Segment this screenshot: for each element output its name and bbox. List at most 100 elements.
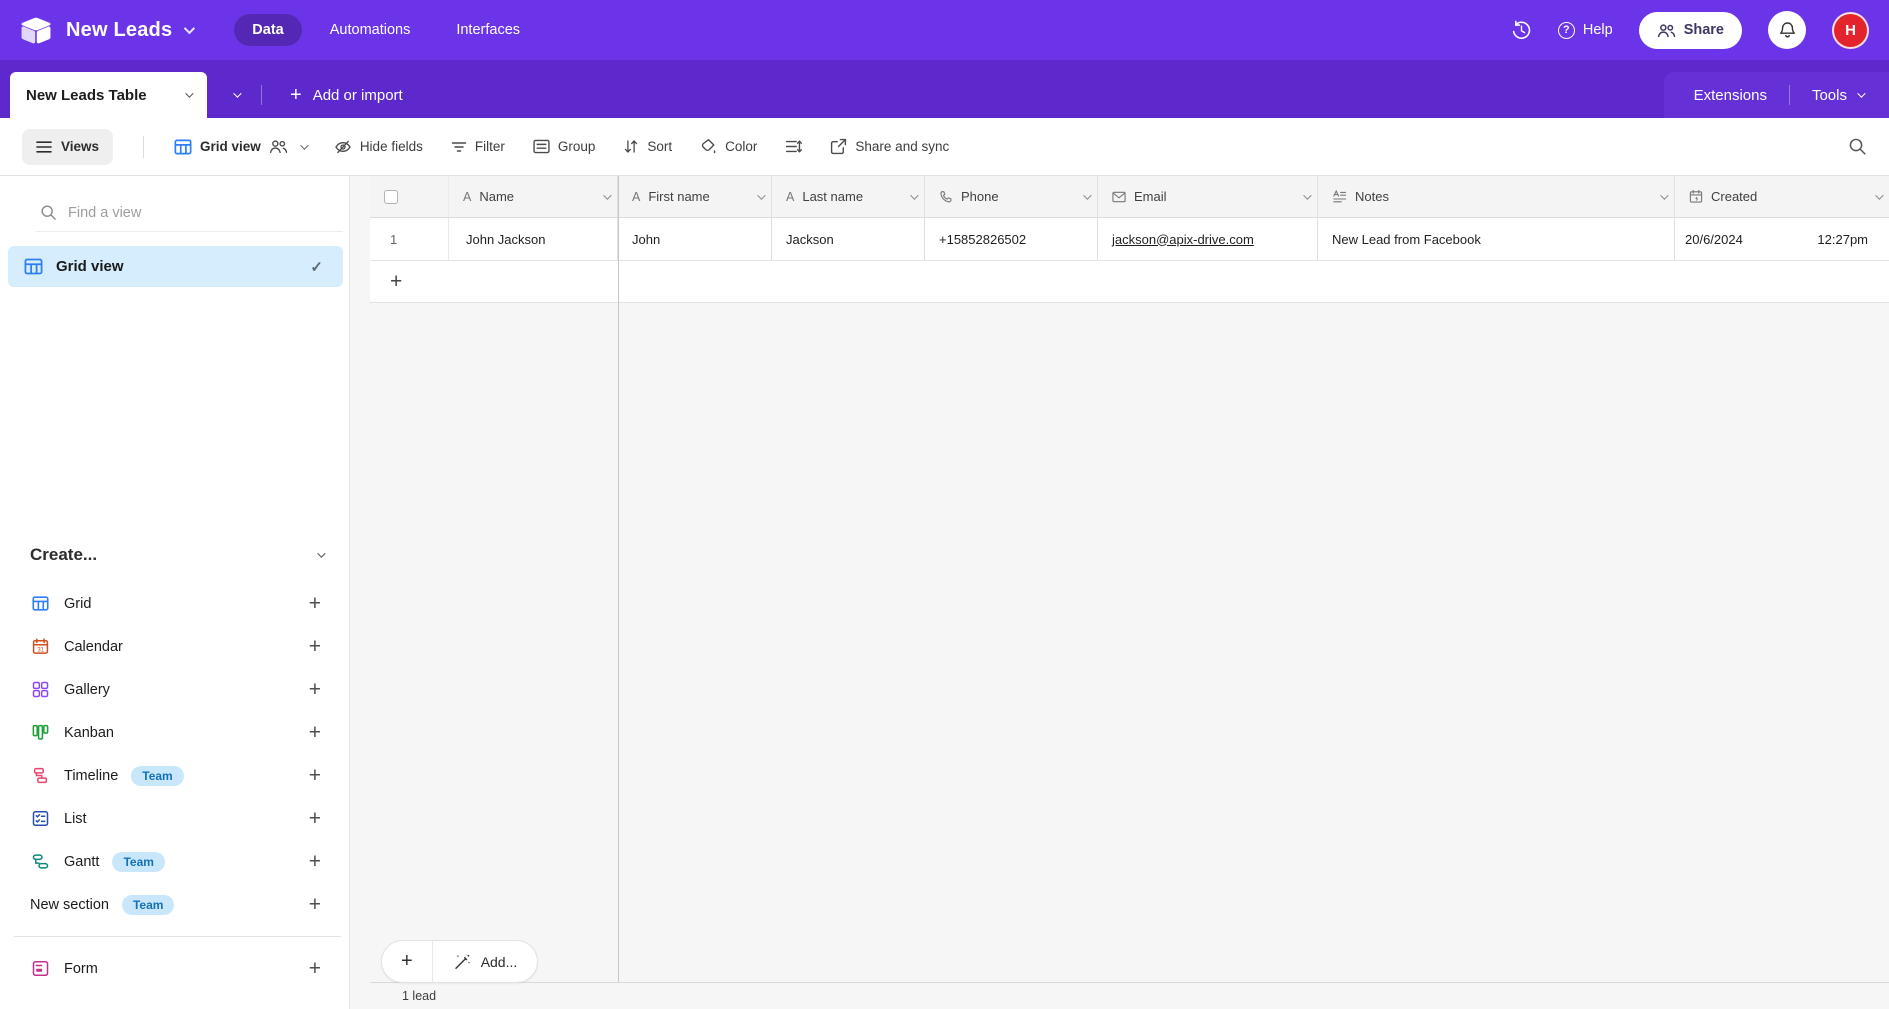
tab-data[interactable]: Data	[234, 14, 301, 46]
help-button[interactable]: ? Help	[1558, 22, 1613, 39]
kanban-icon	[32, 724, 49, 741]
table-row: 1 John Jackson John Jackson +15852826502…	[370, 218, 1889, 261]
select-all-cell	[370, 176, 449, 217]
create-item-timeline[interactable]: Timeline Team +	[0, 754, 349, 797]
cell-notes[interactable]: New Lead from Facebook	[1318, 218, 1675, 260]
column-header-name[interactable]: A Name	[449, 176, 618, 217]
table-tab-new-leads[interactable]: New Leads Table	[10, 72, 207, 118]
plus-icon[interactable]: +	[309, 894, 321, 915]
create-item-gantt[interactable]: Gantt Team +	[0, 840, 349, 883]
create-item-list[interactable]: List +	[0, 797, 349, 840]
eye-off-icon	[334, 139, 352, 155]
column-header-notes[interactable]: Notes	[1318, 176, 1675, 217]
base-title[interactable]: New Leads	[66, 19, 172, 42]
create-item-calendar[interactable]: 31 Calendar +	[0, 625, 349, 668]
team-badge: Team	[112, 852, 164, 872]
find-view	[36, 194, 343, 232]
color-button[interactable]: Color	[700, 138, 757, 155]
history-icon[interactable]	[1511, 20, 1532, 41]
plus-icon[interactable]: +	[309, 722, 321, 743]
grid-icon	[32, 595, 49, 612]
add-row-strip[interactable]: +	[370, 261, 1889, 303]
create-item-new-section[interactable]: New section Team +	[0, 883, 349, 926]
plus-icon: +	[390, 270, 402, 294]
calendar-icon: 31	[32, 638, 49, 655]
create-section-header[interactable]: Create...	[30, 545, 323, 565]
bell-icon	[1779, 21, 1796, 39]
plus-icon[interactable]: +	[309, 765, 321, 786]
cell-email[interactable]: jackson@apix-drive.com	[1098, 218, 1318, 260]
grid-view-switcher[interactable]: Grid view	[174, 138, 306, 156]
views-button[interactable]: Views	[22, 129, 113, 165]
extensions-button[interactable]: Extensions	[1694, 87, 1767, 104]
add-with-ai-button[interactable]: Add...	[433, 941, 538, 982]
cell-phone[interactable]: +15852826502	[925, 218, 1098, 260]
chevron-down-icon[interactable]	[603, 191, 611, 199]
search-button[interactable]	[1848, 137, 1867, 156]
cell-name[interactable]: John Jackson	[449, 218, 618, 260]
column-header-first-name[interactable]: A First name	[618, 176, 772, 217]
created-time: 12:27pm	[1817, 232, 1868, 247]
sort-button[interactable]: Sort	[623, 139, 672, 154]
column-header-phone[interactable]: Phone	[925, 176, 1098, 217]
row-number-cell[interactable]: 1	[370, 218, 449, 260]
paint-bucket-icon	[700, 138, 717, 155]
hide-fields-button[interactable]: Hide fields	[334, 139, 423, 155]
find-view-input[interactable]	[68, 205, 288, 221]
create-item-gallery[interactable]: Gallery +	[0, 668, 349, 711]
avatar[interactable]: H	[1832, 12, 1869, 49]
sidebar-view-grid-view[interactable]: Grid view ✓	[8, 246, 343, 287]
cell-created[interactable]: 20/6/2024 12:27pm	[1675, 218, 1889, 260]
frozen-column-divider[interactable]	[618, 176, 619, 982]
chevron-down-icon[interactable]	[1660, 191, 1668, 199]
tab-interfaces[interactable]: Interfaces	[438, 14, 538, 46]
tools-panel: Extensions Tools	[1664, 72, 1889, 118]
email-field-icon	[1112, 191, 1126, 203]
select-all-checkbox[interactable]	[384, 190, 398, 204]
chevron-down-icon[interactable]	[1875, 191, 1883, 199]
add-record-button[interactable]: +	[382, 941, 433, 982]
chevron-down-icon[interactable]	[1083, 191, 1091, 199]
row-height-button[interactable]	[785, 139, 802, 154]
share-and-sync-button[interactable]: Share and sync	[830, 138, 949, 155]
notifications-button[interactable]	[1768, 11, 1806, 49]
tab-extras: + Add or import	[207, 72, 403, 118]
collaborators-icon	[269, 139, 288, 154]
filter-button[interactable]: Filter	[451, 139, 505, 154]
tab-automations[interactable]: Automations	[312, 14, 429, 46]
phone-field-icon	[939, 190, 953, 204]
share-label: Share	[1684, 22, 1724, 38]
airtable-logo-icon[interactable]	[20, 16, 54, 44]
plus-icon[interactable]: +	[309, 636, 321, 657]
column-header-last-name[interactable]: A Last name	[772, 176, 925, 217]
plus-icon[interactable]: +	[309, 593, 321, 614]
text-field-icon: A	[463, 190, 471, 204]
chevron-down-icon[interactable]	[910, 191, 918, 199]
group-button[interactable]: Group	[533, 139, 596, 154]
email-link[interactable]: jackson@apix-drive.com	[1112, 232, 1254, 247]
chevron-down-icon[interactable]	[1303, 191, 1311, 199]
plus-icon[interactable]: +	[309, 851, 321, 872]
plus-icon: +	[290, 85, 302, 105]
create-item-kanban[interactable]: Kanban +	[0, 711, 349, 754]
plus-icon[interactable]: +	[309, 808, 321, 829]
grid-empty-area	[370, 303, 1889, 982]
airtable-app: New Leads Data Automations Interfaces ? …	[0, 0, 1889, 1009]
plus-icon[interactable]: +	[309, 958, 321, 979]
svg-text:31: 31	[37, 647, 44, 653]
add-or-import-button[interactable]: + Add or import	[290, 85, 403, 105]
share-button[interactable]: Share	[1639, 12, 1742, 49]
plus-icon[interactable]: +	[309, 679, 321, 700]
column-header-email[interactable]: Email	[1098, 176, 1318, 217]
chevron-down-icon[interactable]	[757, 191, 765, 199]
create-item-form[interactable]: Form +	[0, 947, 349, 990]
column-header-created[interactable]: Created	[1675, 176, 1889, 217]
base-title-chevron-down-icon[interactable]	[184, 23, 195, 34]
create-item-grid[interactable]: Grid +	[0, 582, 349, 625]
table-tab-chevron-down-icon[interactable]	[185, 89, 193, 97]
cell-last-name[interactable]: Jackson	[772, 218, 925, 260]
tables-list-chevron-down-icon[interactable]	[233, 89, 241, 97]
tools-button[interactable]: Tools	[1812, 87, 1863, 104]
cell-first-name[interactable]: John	[618, 218, 772, 260]
create-list: Grid + 31 Calendar + Gallery + Kanban +	[0, 582, 349, 990]
